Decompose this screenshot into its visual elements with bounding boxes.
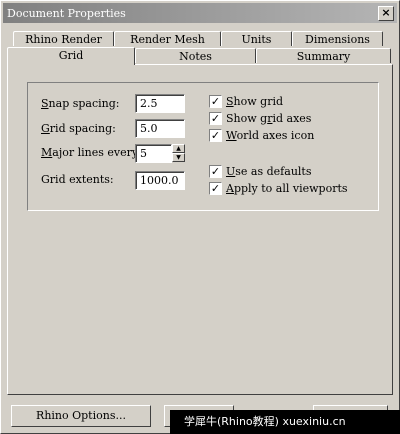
major-lines-stepper[interactable]: ▲ ▼	[172, 144, 185, 163]
show-grid-label: Show grid	[226, 95, 284, 108]
show-grid-checkbox[interactable]: ✓	[209, 95, 222, 108]
world-axes-icon-checkbox[interactable]: ✓	[209, 129, 222, 142]
tab-grid[interactable]: Grid	[7, 47, 135, 65]
watermark: 学犀牛(Rhino教程) xuexiniu.cn	[170, 410, 400, 434]
apply-to-all-viewports-checkbox[interactable]: ✓	[209, 182, 222, 195]
snap-spacing-label: Snap spacing:	[41, 97, 120, 110]
grid-tab-panel: Snap spacing: Grid spacing: Major lines …	[7, 64, 393, 395]
show-grid-axes-checkbox[interactable]: ✓	[209, 112, 222, 125]
grid-spacing-input[interactable]: 5.0	[135, 119, 185, 138]
grid-spacing-label: Grid spacing:	[41, 122, 116, 135]
title-bar: Document Properties ×	[3, 3, 397, 23]
rhino-options-button[interactable]: Rhino Options...	[11, 405, 151, 427]
use-as-defaults-label: Use as defaults	[226, 165, 312, 178]
document-properties-window: Document Properties × Rhino Render Rende…	[0, 0, 400, 434]
tab-units[interactable]: Units	[221, 31, 292, 46]
apply-to-all-viewports-label: Apply to all viewports	[226, 182, 348, 195]
tab-notes[interactable]: Notes	[135, 48, 256, 63]
world-axes-icon-label: World axes icon	[226, 129, 315, 142]
snap-spacing-input[interactable]: 2.5	[135, 94, 185, 113]
grid-extents-input[interactable]: 1000.0	[135, 171, 185, 190]
tab-rhino-render[interactable]: Rhino Render	[13, 31, 114, 46]
grid-settings-group: Snap spacing: Grid spacing: Major lines …	[27, 82, 379, 211]
show-grid-axes-label: Show grid axes	[226, 112, 312, 125]
use-as-defaults-checkbox[interactable]: ✓	[209, 165, 222, 178]
major-lines-label: Major lines every:	[41, 146, 142, 159]
close-button[interactable]: ×	[378, 6, 394, 21]
tab-dimensions[interactable]: Dimensions	[292, 31, 383, 46]
tab-summary[interactable]: Summary	[256, 48, 391, 63]
stepper-up-icon[interactable]: ▲	[172, 144, 185, 153]
major-lines-input[interactable]: 5	[135, 144, 172, 163]
tab-render-mesh[interactable]: Render Mesh	[114, 31, 221, 46]
grid-extents-label: Grid extents:	[41, 173, 114, 186]
window-title: Document Properties	[7, 7, 126, 20]
stepper-down-icon[interactable]: ▼	[172, 153, 185, 162]
